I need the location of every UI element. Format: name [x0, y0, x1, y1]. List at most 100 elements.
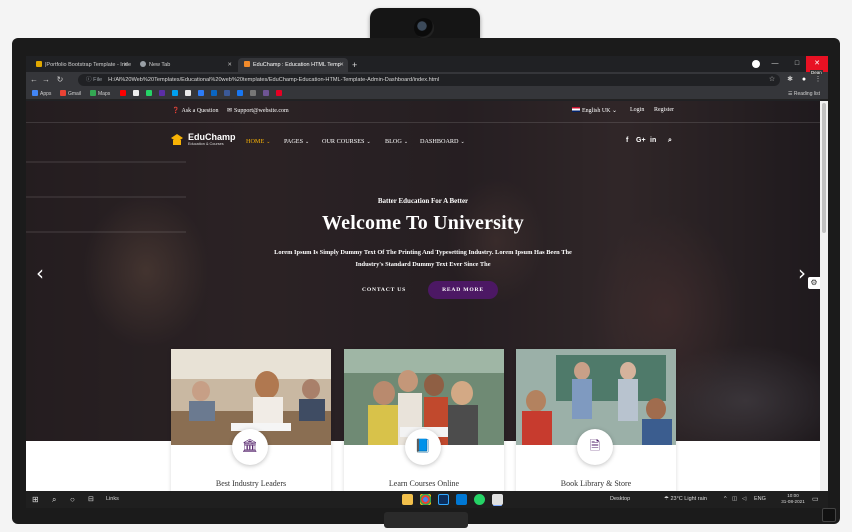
tray-chevron-icon[interactable]: ^: [724, 491, 727, 508]
bookmark-icon[interactable]: [198, 88, 206, 100]
bookmark-favicon: [224, 90, 230, 96]
book-icon: 📘: [405, 429, 441, 465]
ask-question-link[interactable]: ❓ Ask a Question: [172, 107, 218, 114]
linkedin-icon[interactable]: in: [650, 137, 656, 144]
maximize-button[interactable]: □: [786, 56, 808, 72]
tab-favicon: [244, 61, 250, 67]
bookmark-favicon: [120, 90, 126, 96]
uk-flag-icon: [572, 107, 580, 112]
logo-mark-icon: [171, 134, 183, 145]
network-icon[interactable]: ◫: [732, 491, 737, 508]
active-app-icon[interactable]: [492, 494, 503, 505]
reload-icon[interactable]: ↻: [54, 72, 66, 88]
reading-list-button[interactable]: ☰ Reading list: [788, 88, 820, 100]
language-select[interactable]: English UK ⌄: [572, 107, 617, 114]
contact-us-button[interactable]: CONTACT US: [348, 281, 420, 299]
forward-icon[interactable]: →: [40, 72, 52, 88]
menu-dashboard[interactable]: DASHBOARD ⌄: [420, 138, 465, 145]
address-bar[interactable]: ⓘ File H:/Al%20Web%20Templates/Educationa…: [78, 74, 780, 86]
monitor-power-button: [822, 508, 836, 522]
google-plus-icon[interactable]: G+: [636, 137, 646, 144]
tab-favicon: [140, 61, 146, 67]
tab-label: New Tab: [149, 62, 171, 68]
bookmark-icon[interactable]: [185, 88, 193, 100]
top-bar: ❓ Ask a Question ✉ Support@website.com Eng…: [26, 101, 820, 123]
photoshop-icon[interactable]: [438, 494, 449, 505]
menu-blog[interactable]: BLOG ⌄: [385, 138, 408, 145]
avatar[interactable]: ●: [798, 72, 810, 88]
feature-card-library[interactable]: 🗎 Book Library & Store: [516, 349, 676, 491]
windows-start-icon[interactable]: ⊞: [32, 491, 39, 508]
page-scrollbar[interactable]: [820, 101, 828, 491]
bookmark-apps[interactable]: Apps: [32, 88, 51, 100]
bookmark-icon[interactable]: [224, 88, 232, 100]
bookmark-icon[interactable]: [250, 88, 258, 100]
menu-home[interactable]: HOME ⌄: [246, 138, 270, 145]
search-icon[interactable]: ⌕: [52, 491, 56, 508]
back-icon[interactable]: ←: [28, 72, 40, 88]
task-view-icon[interactable]: ○: [70, 491, 75, 508]
scrollbar-thumb[interactable]: [822, 103, 826, 233]
puzzle-icon[interactable]: ✱: [784, 72, 796, 88]
feature-card-leaders[interactable]: 🏛 Best Industry Leaders: [171, 349, 331, 491]
bookmark-gmail[interactable]: Gmail: [60, 88, 81, 100]
facebook-icon[interactable]: f: [626, 137, 628, 144]
language-indicator[interactable]: ENG: [754, 491, 766, 508]
tab-portfolio[interactable]: |Portfolio Bootstrap Template - Inde ✕: [30, 58, 132, 72]
minimize-button[interactable]: —: [764, 56, 786, 72]
tab-label: EduChamp : Education HTML Temp: [253, 62, 341, 68]
read-more-button[interactable]: READ MORE: [428, 281, 498, 299]
close-icon[interactable]: ✕: [227, 58, 232, 72]
tab-educhamp[interactable]: EduChamp : Education HTML Temp ✕: [238, 58, 348, 72]
desktop-toolbar[interactable]: Desktop: [610, 491, 630, 508]
taskbar-clock[interactable]: 10:00 31-08-2021: [778, 493, 808, 505]
whatsapp-icon[interactable]: [474, 494, 485, 505]
bookmark-icon[interactable]: [120, 88, 128, 100]
bookmark-maps[interactable]: Maps: [90, 88, 110, 100]
hero-eyebrow: Batter Education For A Better: [377, 197, 469, 205]
bookmark-icon[interactable]: [172, 88, 180, 100]
logo-tagline: Education & Courses: [188, 142, 224, 146]
menu-our-courses[interactable]: OUR COURSES ⌄: [322, 138, 371, 145]
widgets-icon[interactable]: ⊟: [88, 491, 94, 508]
main-navbar: EduChamp Education & Courses HOME ⌄ PAGES…: [26, 125, 820, 155]
extension-icon[interactable]: [752, 60, 760, 68]
bookmark-icon[interactable]: [237, 88, 245, 100]
bookmarks-bar: Apps Gmail Maps ☰ Reading list: [26, 88, 828, 100]
profile-badge: Dean: [810, 70, 823, 75]
notification-icon[interactable]: ▭: [812, 491, 819, 508]
bookmark-icon[interactable]: [263, 88, 271, 100]
bookmark-icon[interactable]: [159, 88, 167, 100]
file-explorer-icon[interactable]: [402, 494, 413, 505]
hero-description-line: Lorem Ipsum Is Simply Dummy Text Of The …: [274, 249, 572, 256]
support-email-link[interactable]: ✉ Support@website.com: [227, 107, 289, 114]
card-title: Best Industry Leaders: [215, 479, 287, 488]
new-tab-button[interactable]: +: [352, 58, 357, 72]
login-link[interactable]: Login: [630, 107, 644, 113]
hero-description: Lorem Ipsum Is Simply Dummy Text Of The …: [26, 247, 820, 271]
bookmark-icon[interactable]: [133, 88, 141, 100]
weather-widget[interactable]: ☂ 23°C Light rain: [664, 491, 707, 508]
feature-card-courses[interactable]: 📘 Learn Courses Online: [344, 349, 504, 491]
register-link[interactable]: Register: [654, 107, 674, 113]
close-icon[interactable]: ✕: [339, 58, 344, 72]
search-icon[interactable]: ⌕: [668, 137, 672, 145]
bookmark-icon[interactable]: [211, 88, 219, 100]
bookmark-favicon: [250, 90, 256, 96]
vscode-icon[interactable]: [456, 494, 467, 505]
tab-new-tab[interactable]: New Tab ✕: [134, 58, 236, 72]
web-page: ❓ Ask a Question ✉ Support@website.com Eng…: [26, 101, 820, 491]
url-scheme: ⓘ File: [86, 77, 103, 83]
windows-taskbar: ⊞ ⌕ ○ ⊟ Links Desktop ☂ 23°C Light rain …: [26, 491, 828, 508]
bookmark-favicon: [133, 90, 139, 96]
bookmark-icon[interactable]: [276, 88, 284, 100]
volume-icon[interactable]: ◁: [742, 491, 746, 508]
close-icon[interactable]: ✕: [123, 58, 128, 72]
star-icon[interactable]: ☆: [766, 72, 778, 88]
menu-pages[interactable]: PAGES ⌄: [284, 138, 309, 145]
chrome-icon[interactable]: [420, 494, 431, 505]
links-toolbar[interactable]: Links: [106, 491, 119, 508]
bookmark-icon[interactable]: [146, 88, 154, 100]
chevron-down-icon: ⌄: [403, 140, 409, 145]
settings-gear-icon[interactable]: ⚙: [808, 277, 820, 289]
